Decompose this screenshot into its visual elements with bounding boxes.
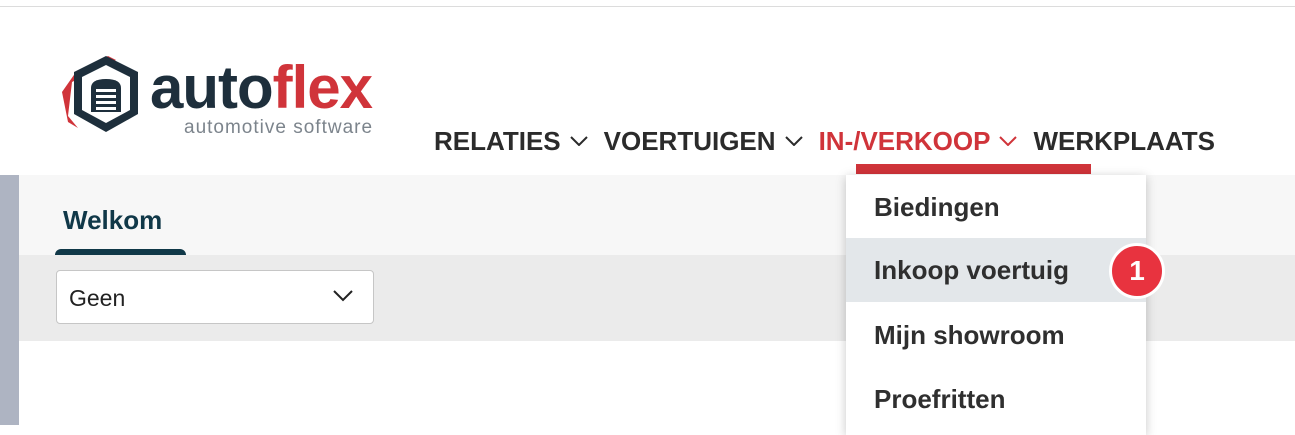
chevron-down-icon (333, 290, 353, 302)
logo-word-flex: flex (272, 54, 373, 121)
nav-item-relaties[interactable]: RELATIES (434, 125, 588, 157)
nav-item-werkplaats[interactable]: WERKPLAATS (1033, 125, 1215, 157)
menu-item-mijn-showroom[interactable]: Mijn showroom (846, 303, 1146, 367)
nav-item-label: WERKPLAATS (1033, 125, 1215, 156)
menu-item-biedingen[interactable]: Biedingen (846, 175, 1146, 239)
garage-logo-icon (62, 56, 138, 132)
left-sidebar-strip (0, 175, 19, 425)
in-verkoop-dropdown-menu: Biedingen Inkoop voertuig Mijn showroom … (846, 175, 1146, 435)
chevron-down-icon (784, 136, 803, 146)
filter-select-value: Geen (69, 285, 126, 311)
nav-item-voertuigen[interactable]: VOERTUIGEN (604, 125, 803, 157)
filter-select[interactable]: Geen (56, 270, 374, 324)
autoflex-logo[interactable]: autoflex automotive software (58, 52, 418, 142)
main-nav: RELATIES VOERTUIGEN IN-/VERKOOP WERKPLAA… (434, 125, 1231, 157)
logo-word-auto: auto (150, 54, 274, 121)
top-divider (0, 6, 1295, 7)
nav-item-label: IN-/VERKOOP (818, 125, 991, 156)
logo-tagline: automotive software (184, 117, 374, 138)
menu-item-proefritten[interactable]: Proefritten (846, 367, 1146, 431)
nav-item-label: VOERTUIGEN (603, 125, 776, 156)
nav-item-label: RELATIES (434, 125, 561, 156)
nav-item-in-verkoop[interactable]: IN-/VERKOOP (819, 125, 1018, 157)
step-badge: 1 (1109, 243, 1165, 299)
nav-active-indicator (856, 164, 1091, 174)
logo-wordmark: autoflex (150, 58, 373, 118)
tab-welkom[interactable]: Welkom (63, 205, 162, 236)
chevron-down-icon (569, 136, 588, 146)
chevron-down-icon (999, 136, 1018, 146)
menu-item-inkoop-voertuig[interactable]: Inkoop voertuig (846, 238, 1146, 302)
